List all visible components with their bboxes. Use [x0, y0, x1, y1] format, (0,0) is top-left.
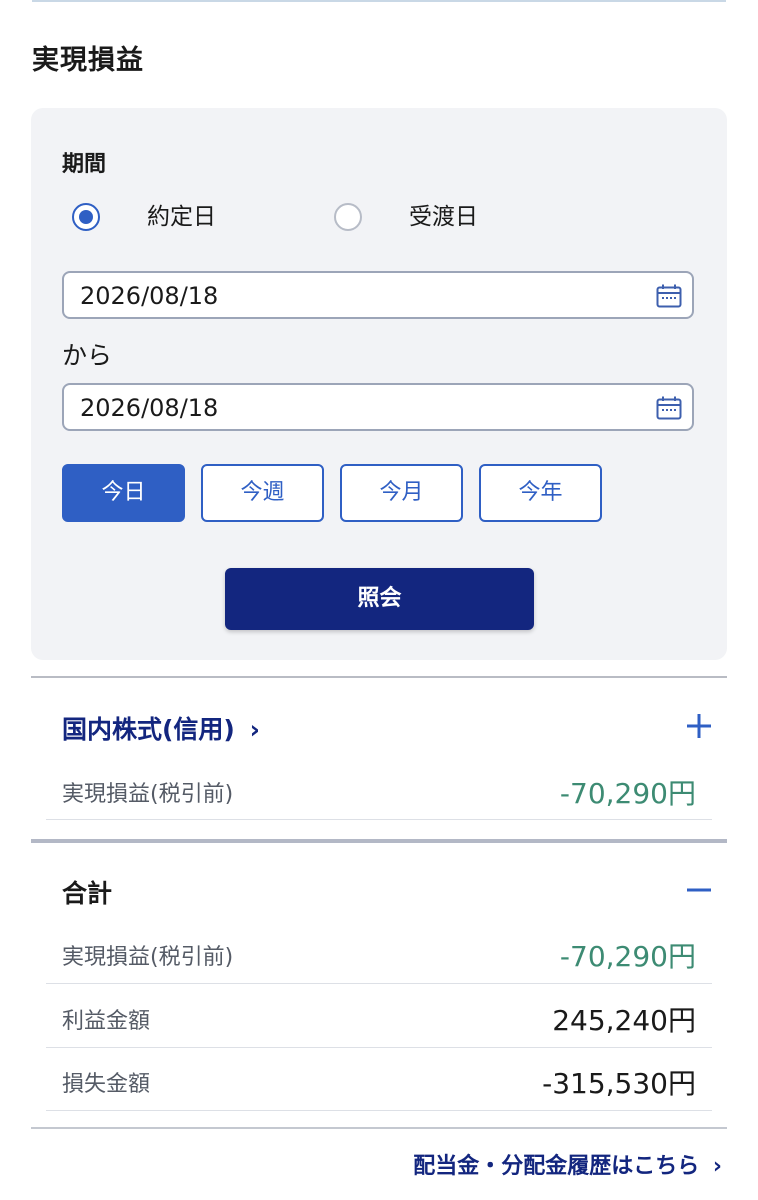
section-divider — [31, 1127, 727, 1129]
radio-settlement-date-label[interactable]: 受渡日 — [409, 203, 478, 231]
top-divider — [32, 0, 726, 2]
row-divider — [46, 1047, 712, 1048]
section-divider — [31, 676, 727, 678]
row-value: -70,290円 — [559, 777, 696, 810]
row-value: -70,290円 — [559, 940, 696, 973]
section-domestic-credit-label[interactable]: 国内株式(信用) — [62, 715, 235, 744]
start-date-field[interactable]: 2026/08/18 — [62, 271, 694, 319]
quick-today-button[interactable]: 今日 — [62, 464, 185, 522]
search-submit-button[interactable]: 照会 — [225, 568, 534, 630]
radio-settlement-date[interactable] — [334, 203, 362, 231]
radio-trade-date-label[interactable]: 約定日 — [147, 203, 216, 231]
quick-this-week-button[interactable]: 今週 — [201, 464, 324, 522]
row-label: 損失金額 — [62, 1072, 151, 1097]
row-label: 実現損益(税引前) — [62, 782, 234, 807]
radio-trade-date[interactable] — [72, 203, 100, 231]
end-date-field[interactable]: 2026/08/18 — [62, 383, 694, 431]
row-divider — [46, 1110, 712, 1111]
chevron-right-icon: › — [712, 1154, 722, 1179]
calendar-icon[interactable] — [656, 396, 682, 420]
section-domestic-credit-title[interactable]: 国内株式(信用) › — [62, 710, 260, 746]
quick-this-year-button[interactable]: 今年 — [479, 464, 602, 522]
chevron-right-icon: › — [249, 715, 260, 744]
row-label: 利益金額 — [62, 1009, 151, 1034]
page-title: 実現損益 — [32, 45, 144, 76]
quick-this-month-button[interactable]: 今月 — [340, 464, 463, 522]
start-date-value: 2026/08/18 — [80, 282, 219, 310]
from-label: から — [62, 341, 113, 370]
end-date-value: 2026/08/18 — [80, 394, 219, 422]
dividend-history-link[interactable]: 配当金・分配金履歴はこちら › — [413, 1148, 722, 1180]
row-value: 245,240円 — [552, 1004, 696, 1037]
collapse-minus-icon[interactable] — [684, 875, 714, 905]
dividend-history-link-label[interactable]: 配当金・分配金履歴はこちら — [413, 1154, 699, 1179]
section-total-title: 合計 — [62, 879, 113, 908]
section-divider-thick — [31, 839, 727, 843]
calendar-icon[interactable] — [656, 284, 682, 308]
period-label: 期間 — [62, 152, 107, 177]
filter-panel: 期間 約定日 受渡日 2026/08/18 から 2026/08/18 今日 今… — [31, 108, 727, 660]
row-divider — [46, 983, 712, 984]
row-divider — [46, 819, 712, 820]
row-label: 実現損益(税引前) — [62, 945, 234, 970]
row-value: -315,530円 — [542, 1067, 696, 1100]
expand-plus-icon[interactable] — [684, 711, 714, 741]
